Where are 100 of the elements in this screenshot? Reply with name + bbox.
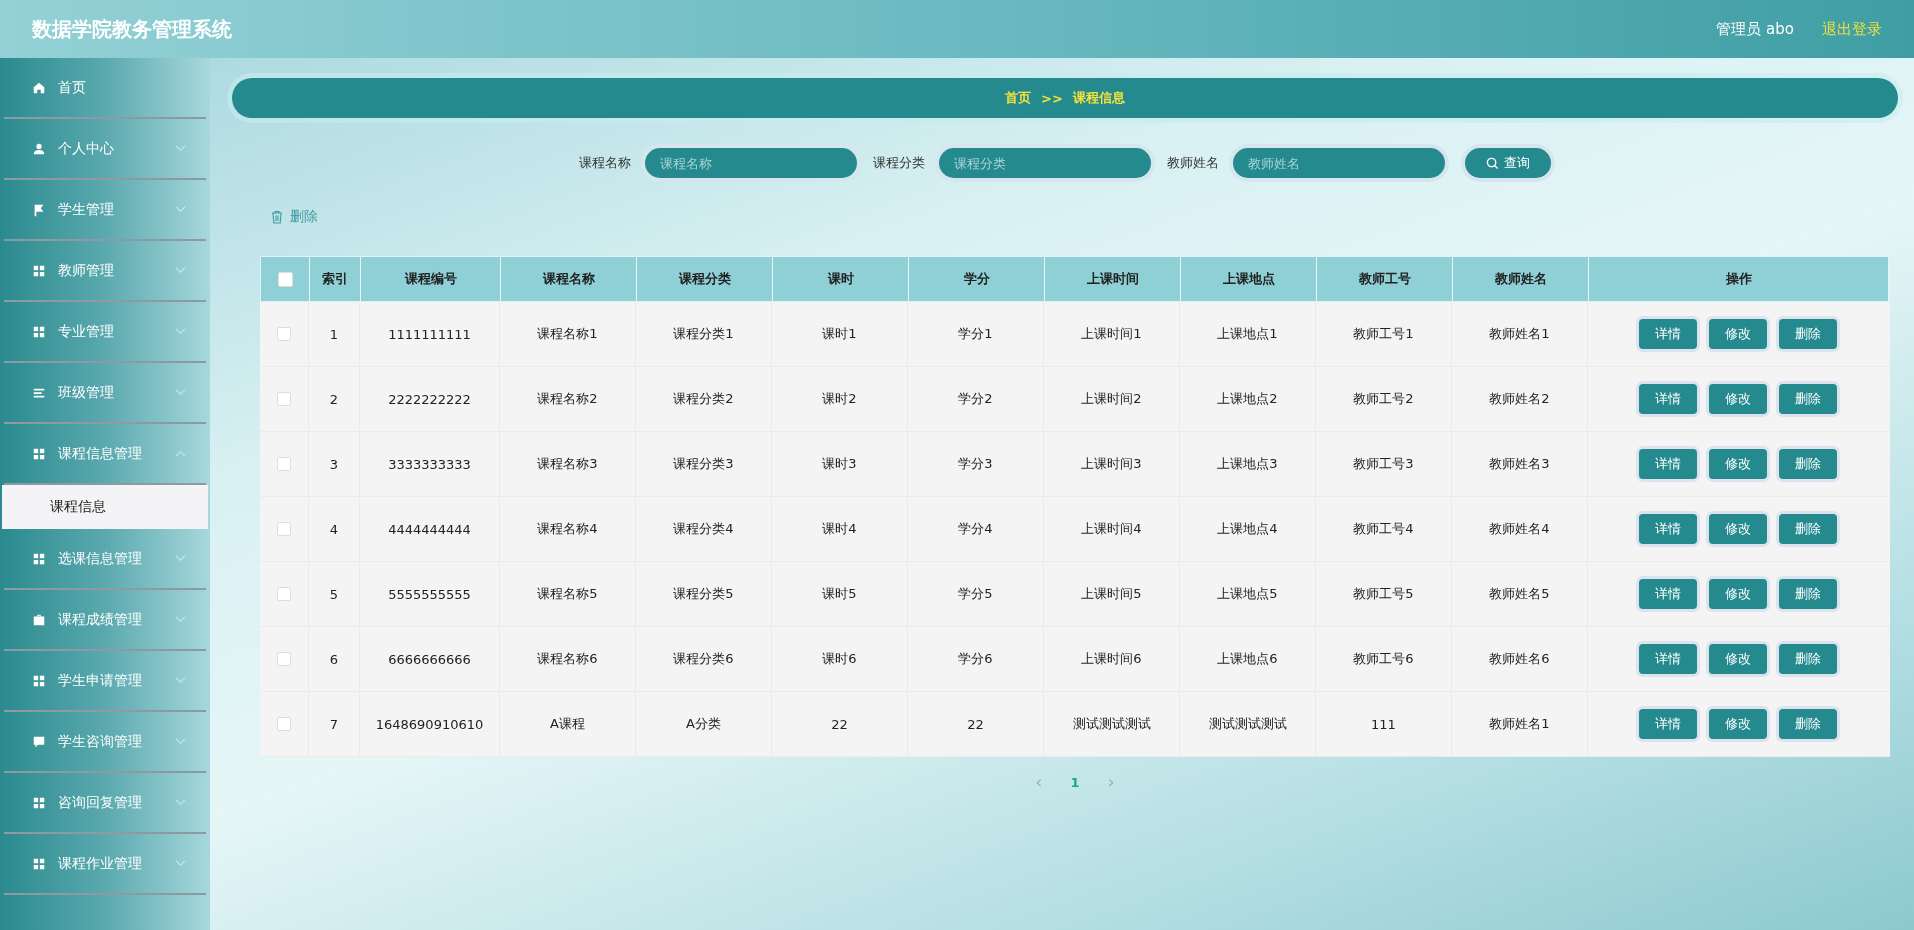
table-cell: 课时2 (772, 367, 908, 431)
row-checkbox[interactable] (277, 327, 291, 341)
briefcase-icon (32, 612, 46, 627)
sidebar-item[interactable]: 专业管理 (4, 302, 206, 363)
table-cell: 测试测试测试 (1044, 692, 1180, 756)
table-cell: 教师工号3 (1316, 432, 1452, 496)
search-field[interactable]: 课程名称 (645, 148, 857, 178)
table-cell: 6 (309, 627, 360, 691)
column-header: 上课时间 (1045, 257, 1181, 301)
sidebar-item[interactable]: 个人中心 (4, 119, 206, 180)
delete-button[interactable]: 删除 (1779, 319, 1837, 349)
page-number[interactable]: 1 (1064, 769, 1086, 795)
delete-button[interactable]: 删除 (1779, 579, 1837, 609)
edit-button[interactable]: 修改 (1709, 384, 1767, 414)
table-cell: 教师工号1 (1316, 302, 1452, 366)
search-field[interactable]: 教师姓名 (1233, 148, 1445, 178)
row-checkbox[interactable] (277, 392, 291, 406)
delete-button[interactable]: 删除 (1779, 384, 1837, 414)
table-cell: 教师姓名4 (1452, 497, 1588, 561)
logout-link[interactable]: 退出登录 (1822, 19, 1882, 39)
grid-icon (32, 446, 46, 461)
chevron-icon (175, 860, 186, 867)
column-header: 课程编号 (361, 257, 501, 301)
search-field[interactable]: 课程分类 (939, 148, 1151, 178)
search-icon (1486, 156, 1499, 170)
chevron-icon (175, 450, 186, 457)
table-cell: 3 (309, 432, 360, 496)
edit-button[interactable]: 修改 (1709, 644, 1767, 674)
column-header: 索引 (310, 257, 361, 301)
sidebar-item[interactable]: 学生管理 (4, 180, 206, 241)
chevron-icon (175, 389, 186, 396)
table-cell: 测试测试测试 (1180, 692, 1316, 756)
column-header: 教师工号 (1317, 257, 1453, 301)
details-button[interactable]: 详情 (1639, 709, 1697, 739)
sidebar-item[interactable]: 选课信息管理 (4, 529, 206, 590)
sidebar-item[interactable]: 教师管理 (4, 241, 206, 302)
row-checkbox[interactable] (277, 652, 291, 666)
sidebar-item[interactable]: 课程成绩管理 (4, 590, 206, 651)
table-cell: 教师姓名5 (1452, 562, 1588, 626)
sidebar-item[interactable]: 班级管理 (4, 363, 206, 424)
table-cell: 上课地点2 (1180, 367, 1316, 431)
sidebar-item[interactable]: 学生申请管理 (4, 651, 206, 712)
chevron-icon (175, 145, 186, 152)
edit-button[interactable]: 修改 (1709, 449, 1767, 479)
grid-icon (32, 795, 46, 810)
grid-icon (32, 324, 46, 339)
column-header: 学分 (909, 257, 1045, 301)
select-all-checkbox[interactable] (277, 271, 293, 287)
table-cell: 课程名称5 (500, 562, 636, 626)
row-checkbox[interactable] (277, 587, 291, 601)
table-cell: 2222222222 (360, 367, 500, 431)
table-cell: 课程名称3 (500, 432, 636, 496)
breadcrumb-item[interactable]: 课程信息 (1072, 89, 1125, 107)
table-cell: 3333333333 (360, 432, 500, 496)
sidebar-item[interactable]: 咨询回复管理 (4, 773, 206, 834)
table-cell: 22 (772, 692, 908, 756)
table-cell: 6666666666 (360, 627, 500, 691)
delete-button[interactable]: 删除 (1779, 449, 1837, 479)
table-cell: 教师工号5 (1316, 562, 1452, 626)
table-cell: 1111111111 (360, 302, 500, 366)
table-cell: 课程分类3 (636, 432, 772, 496)
edit-button[interactable]: 修改 (1709, 579, 1767, 609)
row-checkbox[interactable] (277, 457, 291, 471)
table-cell: 上课地点1 (1180, 302, 1316, 366)
table-cell: 教师工号2 (1316, 367, 1452, 431)
table-cell: 上课时间6 (1044, 627, 1180, 691)
app-title: 数据学院教务管理系统 (32, 15, 232, 43)
sidebar-item[interactable]: 首页 (4, 58, 206, 119)
chevron-icon (175, 206, 186, 213)
sidebar-item[interactable]: 课程作业管理 (4, 834, 206, 895)
user-icon (32, 141, 46, 156)
table-cell: 教师姓名1 (1452, 692, 1588, 756)
table-cell: 课程名称2 (500, 367, 636, 431)
sidebar-subitem[interactable]: 课程信息 (2, 485, 208, 529)
edit-button[interactable]: 修改 (1709, 319, 1767, 349)
table-cell: 上课地点5 (1180, 562, 1316, 626)
breadcrumb-item[interactable]: 首页 (1005, 89, 1032, 107)
details-button[interactable]: 详情 (1639, 514, 1697, 544)
details-button[interactable]: 详情 (1639, 319, 1697, 349)
row-checkbox[interactable] (277, 522, 291, 536)
details-button[interactable]: 详情 (1639, 579, 1697, 609)
column-header: 操作 (1589, 257, 1889, 301)
column-header: 课时 (773, 257, 909, 301)
details-button[interactable]: 详情 (1639, 449, 1697, 479)
delete-button[interactable]: 删除 (270, 202, 318, 232)
chevron-icon (175, 616, 186, 623)
table-cell: 2 (309, 367, 360, 431)
edit-button[interactable]: 修改 (1709, 514, 1767, 544)
table-cell: 课时1 (772, 302, 908, 366)
table-cell: 课程分类6 (636, 627, 772, 691)
details-button[interactable]: 详情 (1639, 644, 1697, 674)
details-button[interactable]: 详情 (1639, 384, 1697, 414)
delete-button[interactable]: 删除 (1779, 514, 1837, 544)
grid-icon (32, 263, 46, 278)
delete-button[interactable]: 删除 (1779, 709, 1837, 739)
edit-button[interactable]: 修改 (1709, 709, 1767, 739)
row-checkbox[interactable] (277, 717, 291, 731)
sidebar-item[interactable]: 学生咨询管理 (4, 712, 206, 773)
delete-button[interactable]: 删除 (1779, 644, 1837, 674)
table-cell: 学分5 (908, 562, 1044, 626)
